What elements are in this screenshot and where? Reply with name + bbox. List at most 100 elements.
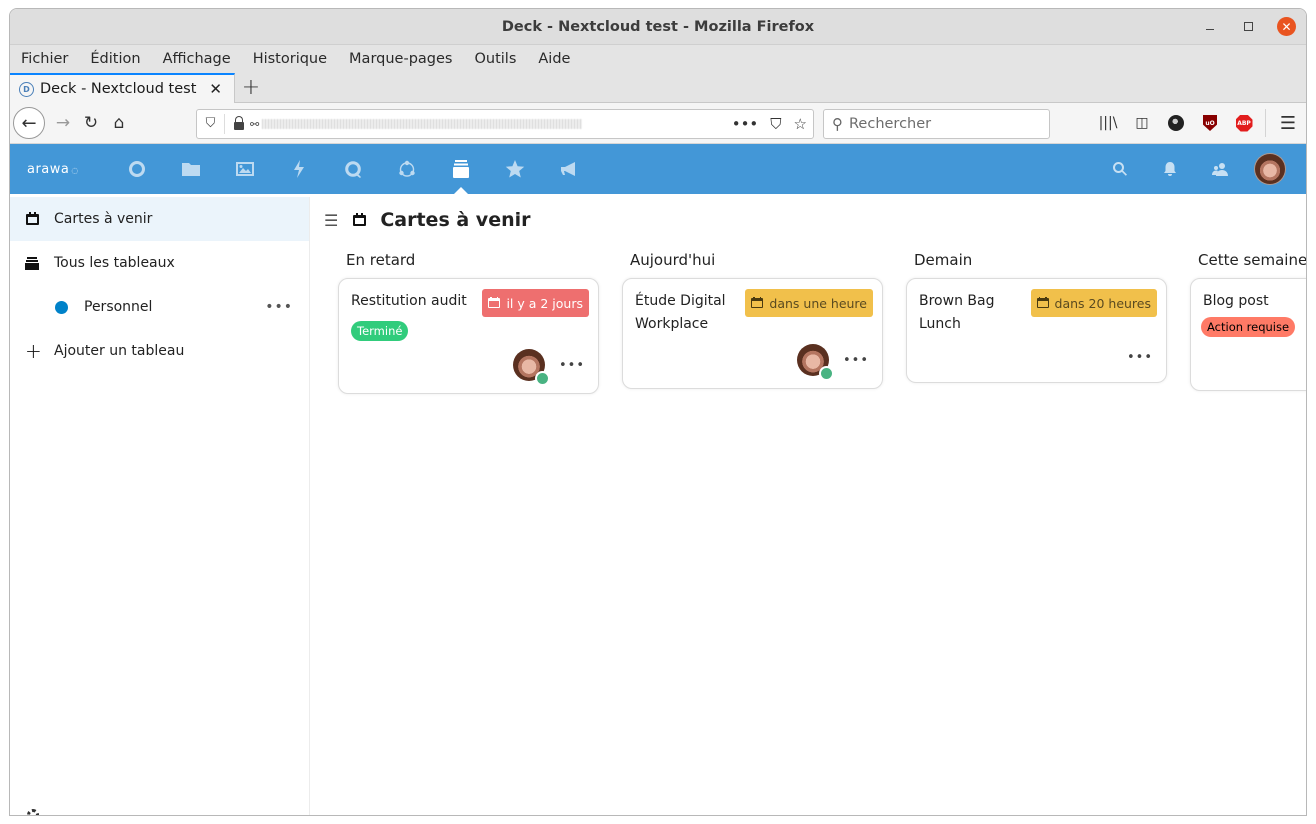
home-icon: ⌂ — [113, 113, 125, 133]
notifications-button[interactable] — [1145, 144, 1195, 194]
ublock-button[interactable]: uO — [1193, 115, 1227, 131]
menu-edition[interactable]: Édition — [90, 51, 140, 67]
sidebar-item-add-board[interactable]: + Ajouter un tableau — [10, 329, 309, 373]
card-actions-more-icon[interactable]: ••• — [843, 353, 869, 368]
pocket-icon[interactable]: ⛉ — [770, 115, 781, 133]
lock-icon[interactable] — [234, 116, 244, 130]
bookmark-star-icon[interactable]: ☆ — [794, 115, 807, 133]
url-text-obscured[interactable] — [262, 119, 583, 129]
menu-outils[interactable]: Outils — [474, 51, 516, 67]
search-bar[interactable]: ⚲ — [823, 109, 1050, 139]
app-photos[interactable] — [218, 144, 272, 194]
contacts-icon — [1212, 163, 1228, 176]
deck-favicon-icon: D — [19, 81, 34, 97]
unified-search-button[interactable] — [1095, 144, 1145, 194]
deck-icon — [453, 160, 469, 178]
app-circles[interactable] — [380, 144, 434, 194]
home-button[interactable]: ⌂ — [105, 109, 133, 137]
board-color-dot-icon — [55, 300, 68, 314]
tracking-protection-icon[interactable]: ⛉ — [197, 114, 225, 134]
open-menu-button[interactable]: ☰ — [1270, 113, 1306, 134]
sidebar-item-all-boards[interactable]: Tous les tableaux — [10, 241, 309, 285]
close-tab-icon[interactable]: ✕ — [209, 80, 222, 98]
calendar-icon — [25, 211, 39, 226]
board-actions-more-icon[interactable]: ••• — [265, 299, 293, 315]
assignee-avatar[interactable] — [796, 344, 834, 381]
sidebar-button[interactable]: ◫ — [1125, 115, 1159, 131]
online-status-icon — [818, 366, 834, 381]
adblock-plus-button[interactable]: ABP — [1227, 114, 1261, 132]
sidebar-item-label: Ajouter un tableau — [54, 343, 185, 359]
search-input[interactable] — [849, 116, 1029, 132]
stack-title: En retard — [346, 251, 416, 269]
url-actions: ••• ⛉ ☆ — [732, 115, 807, 133]
app-activity[interactable] — [272, 144, 326, 194]
browser-window: Deck - Nextcloud test - Mozilla Firefox … — [9, 8, 1307, 816]
search-icon: ⚲ — [832, 115, 843, 133]
tab-bar: D Deck - Nextcloud test ✕ + — [10, 73, 1306, 103]
assignee-avatar[interactable] — [512, 349, 550, 386]
card-title: Restitution audit — [351, 293, 467, 309]
circles-icon — [399, 160, 415, 177]
contacts-menu-button[interactable] — [1195, 144, 1245, 194]
sidebar-item-board-personnel[interactable]: Personnel ••• — [10, 285, 309, 329]
megaphone-icon — [561, 162, 575, 176]
app-dashboard[interactable] — [110, 144, 164, 194]
card[interactable]: Restitution audit il y a 2 jours Terminé… — [338, 278, 599, 394]
card[interactable]: Blog post Action requise — [1190, 278, 1306, 391]
menu-historique[interactable]: Historique — [253, 51, 327, 67]
back-button[interactable]: ← — [13, 107, 45, 139]
permissions-icon[interactable]: ⚯ — [250, 118, 259, 131]
browser-tab[interactable]: D Deck - Nextcloud test ✕ — [10, 73, 235, 103]
adblock-plus-icon: ABP — [1235, 114, 1253, 132]
circle-icon — [129, 161, 145, 177]
toolbar-separator — [1265, 109, 1266, 137]
app-talk[interactable] — [326, 144, 380, 194]
new-tab-button[interactable]: + — [235, 72, 267, 102]
menu-marque-pages[interactable]: Marque-pages — [349, 51, 452, 67]
library-icon: |||\ — [1098, 115, 1118, 131]
stack-today: Aujourd'hui Étude Digital Workplace dans… — [622, 243, 883, 394]
title-bar: Deck - Nextcloud test - Mozilla Firefox … — [10, 9, 1306, 45]
stack-title: Demain — [914, 251, 973, 269]
navigation-toggle-icon[interactable]: ☰ — [324, 211, 338, 230]
forward-button[interactable]: → — [49, 109, 77, 137]
app-deck[interactable] — [434, 144, 488, 194]
sidebar-item-upcoming-cards[interactable]: Cartes à venir — [10, 197, 309, 241]
calendar-icon — [352, 212, 366, 227]
menu-fichier[interactable]: Fichier — [21, 51, 68, 67]
card-actions-more-icon[interactable]: ••• — [559, 358, 585, 373]
app-announcements[interactable] — [542, 144, 596, 194]
stack-title: Aujourd'hui — [630, 251, 716, 269]
minimize-icon — [1206, 28, 1214, 31]
app-navigation: Cartes à venir Tous les tableaux Personn… — [10, 197, 310, 815]
menu-affichage[interactable]: Affichage — [163, 51, 231, 67]
close-window-button[interactable]: ✕ — [1277, 17, 1296, 36]
logo-text: arawa — [27, 161, 70, 177]
reload-button[interactable]: ↻ — [77, 109, 105, 137]
settings-gear-icon[interactable] — [27, 809, 39, 815]
minimize-button[interactable] — [1201, 18, 1219, 36]
calendar-icon — [751, 297, 764, 308]
user-avatar[interactable] — [1254, 153, 1286, 185]
calendar-icon — [1036, 297, 1049, 308]
page-actions-icon[interactable]: ••• — [732, 115, 759, 133]
bell-icon — [1164, 162, 1176, 176]
nextcloud-logo[interactable]: arawa ◌ — [27, 162, 107, 177]
url-bar[interactable]: ⛉ ⚯ ••• ⛉ ☆ — [196, 109, 814, 139]
menu-aide[interactable]: Aide — [538, 51, 570, 67]
nextcloud-header: arawa ◌ — [10, 144, 1306, 194]
folder-icon — [182, 163, 200, 176]
card[interactable]: Brown Bag Lunch dans 20 heures ••• — [906, 278, 1167, 383]
window-controls: ✕ — [1201, 17, 1296, 36]
main-header: ☰ Cartes à venir — [310, 197, 1306, 243]
app-files[interactable] — [164, 144, 218, 194]
reload-icon: ↻ — [83, 113, 99, 133]
maximize-button[interactable] — [1239, 18, 1257, 36]
card-actions-more-icon[interactable]: ••• — [1127, 350, 1153, 365]
card[interactable]: Étude Digital Workplace dans une heure •… — [622, 278, 883, 389]
app-favorites[interactable] — [488, 144, 542, 194]
extension-button[interactable] — [1159, 115, 1193, 131]
library-button[interactable]: |||\ — [1091, 115, 1125, 131]
extension-avatar-icon — [1168, 115, 1184, 131]
